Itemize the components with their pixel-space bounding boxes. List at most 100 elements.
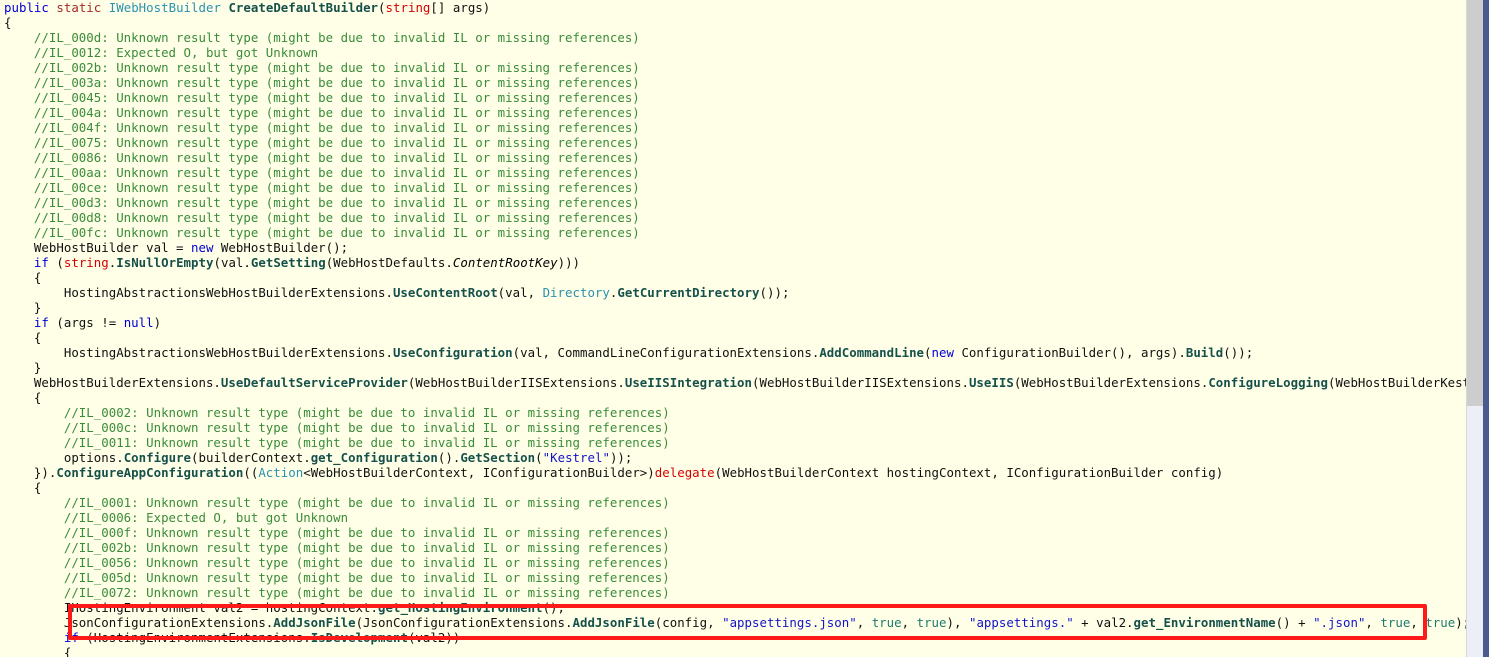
code-token: [] args): [430, 0, 490, 15]
code-line: WebHostBuilderExtensions.UseDefaultServi…: [0, 375, 1467, 390]
code-token: //IL_00ce: Unknown result type (might be…: [4, 180, 640, 195]
code-token: AddJsonFile: [572, 615, 654, 630]
code-token: ();: [543, 600, 565, 615]
code-token: "Kestrel": [543, 450, 610, 465]
code-line: //IL_00aa: Unknown result type (might be…: [0, 165, 1467, 180]
code-token: public: [4, 0, 49, 15]
code-line: //IL_0011: Unknown result type (might be…: [0, 435, 1467, 450]
code-token: ));: [610, 450, 632, 465]
code-token: ".json": [1313, 615, 1365, 630]
code-token: IsNullOrEmpty: [116, 255, 213, 270]
code-line: }).ConfigureAppConfiguration((Action<Web…: [0, 465, 1467, 480]
code-token: (WebHostBuilderExtensions.: [1014, 375, 1208, 390]
code-token: Directory: [543, 285, 610, 300]
code-token: IsDevelopment: [311, 630, 408, 645]
code-token: //IL_004a: Unknown result type (might be…: [4, 105, 640, 120]
code-line: {: [0, 330, 1467, 345]
code-token: ().: [438, 450, 460, 465]
code-token: JsonConfigurationExtensions.: [4, 615, 273, 630]
code-token: null: [124, 315, 154, 330]
code-token: static: [56, 0, 101, 15]
code-token: string: [64, 255, 109, 270]
code-line: //IL_0056: Unknown result type (might be…: [0, 555, 1467, 570]
code-line: public static IWebHostBuilder CreateDefa…: [0, 0, 1467, 15]
code-token: (builderContext.: [191, 450, 311, 465]
code-line: {: [0, 270, 1467, 285]
code-token: ,: [857, 615, 872, 630]
code-token: {: [4, 270, 41, 285]
code-line: WebHostBuilder val = new WebHostBuilder(…: [0, 240, 1467, 255]
code-line: //IL_002b: Unknown result type (might be…: [0, 540, 1467, 555]
code-line: HostingAbstractionsWebHostBuilderExtensi…: [0, 345, 1467, 360]
code-token: WebHostBuilder val =: [4, 240, 191, 255]
code-token: ,: [1365, 615, 1380, 630]
code-token: AddCommandLine: [819, 345, 924, 360]
code-token: [4, 255, 34, 270]
code-token: {: [4, 15, 11, 30]
code-token: (config,: [655, 615, 722, 630]
code-token: (val,: [498, 285, 543, 300]
code-token: //IL_002b: Unknown result type (might be…: [4, 60, 640, 75]
code-line: HostingAbstractionsWebHostBuilderExtensi…: [0, 285, 1467, 300]
code-token: (: [535, 450, 542, 465]
code-line: //IL_00d8: Unknown result type (might be…: [0, 210, 1467, 225]
code-token: ());: [760, 285, 790, 300]
code-line: //IL_000d: Unknown result type (might be…: [0, 30, 1467, 45]
code-token: <WebHostBuilderContext, IConfigurationBu…: [303, 465, 655, 480]
code-token: }).: [4, 465, 56, 480]
code-line: //IL_000f: Unknown result type (might be…: [0, 525, 1467, 540]
code-line: //IL_0012: Expected O, but got Unknown: [0, 45, 1467, 60]
code-token: //IL_000d: Unknown result type (might be…: [4, 30, 640, 45]
code-line-list: public static IWebHostBuilder CreateDefa…: [0, 0, 1467, 657]
code-token: //IL_0002: Unknown result type (might be…: [4, 405, 670, 420]
code-line: //IL_0075: Unknown result type (might be…: [0, 135, 1467, 150]
code-token: (: [924, 345, 931, 360]
code-line: //IL_005d: Unknown result type (might be…: [0, 570, 1467, 585]
code-token: "appsettings.json": [722, 615, 857, 630]
code-token: (: [378, 0, 385, 15]
code-token: //IL_0072: Unknown result type (might be…: [4, 585, 670, 600]
code-token: }: [4, 300, 41, 315]
code-token: get_EnvironmentName: [1134, 615, 1276, 630]
code-token: GetSetting: [251, 255, 326, 270]
code-token: (val.: [213, 255, 250, 270]
code-token: //IL_003a: Unknown result type (might be…: [4, 75, 640, 90]
code-token: {: [4, 645, 71, 657]
code-token: //IL_0056: Unknown result type (might be…: [4, 555, 670, 570]
code-token: true: [1380, 615, 1410, 630]
code-editor-surface[interactable]: public static IWebHostBuilder CreateDefa…: [0, 0, 1467, 657]
code-line: //IL_0002: Unknown result type (might be…: [0, 405, 1467, 420]
code-token: ),: [947, 615, 969, 630]
code-line: //IL_0045: Unknown result type (might be…: [0, 90, 1467, 105]
vertical-scrollbar-thumb[interactable]: [1467, 0, 1484, 406]
code-line: //IL_0006: Expected O, but got Unknown: [0, 510, 1467, 525]
code-token: {: [4, 480, 41, 495]
code-token: //IL_0045: Unknown result type (might be…: [4, 90, 640, 105]
code-token: //IL_00d8: Unknown result type (might be…: [4, 210, 640, 225]
code-token: //IL_0012: Expected O, but got Unknown: [4, 45, 318, 60]
code-token: WebHostBuilderExtensions.: [4, 375, 221, 390]
code-token: new: [191, 240, 213, 255]
code-token: IHostingEnvironment val2 = hostingContex…: [4, 600, 378, 615]
code-token: ,: [902, 615, 917, 630]
vertical-scrollbar[interactable]: [1467, 0, 1483, 657]
code-token: [4, 630, 64, 645]
code-token: AddJsonFile: [273, 615, 355, 630]
window-right-border: [1483, 0, 1489, 657]
code-token: ((: [243, 465, 258, 480]
code-line: //IL_0001: Unknown result type (might be…: [0, 495, 1467, 510]
code-token: if: [34, 255, 49, 270]
decompiler-code-window: public static IWebHostBuilder CreateDefa…: [0, 0, 1489, 657]
code-line: options.Configure(builderContext.get_Con…: [0, 450, 1467, 465]
code-token: IWebHostBuilder: [109, 0, 221, 15]
code-token: get_HostingEnvironment: [378, 600, 543, 615]
code-token: HostingAbstractionsWebHostBuilderExtensi…: [4, 285, 393, 300]
code-line: //IL_000c: Unknown result type (might be…: [0, 420, 1467, 435]
code-token: //IL_005d: Unknown result type (might be…: [4, 570, 670, 585]
code-token: UseConfiguration: [393, 345, 513, 360]
code-token: //IL_000f: Unknown result type (might be…: [4, 525, 670, 540]
code-token: WebHostBuilder();: [213, 240, 348, 255]
code-token: ());: [1223, 345, 1253, 360]
code-line: if (string.IsNullOrEmpty(val.GetSetting(…: [0, 255, 1467, 270]
code-token: ContentRootKey: [453, 255, 558, 270]
